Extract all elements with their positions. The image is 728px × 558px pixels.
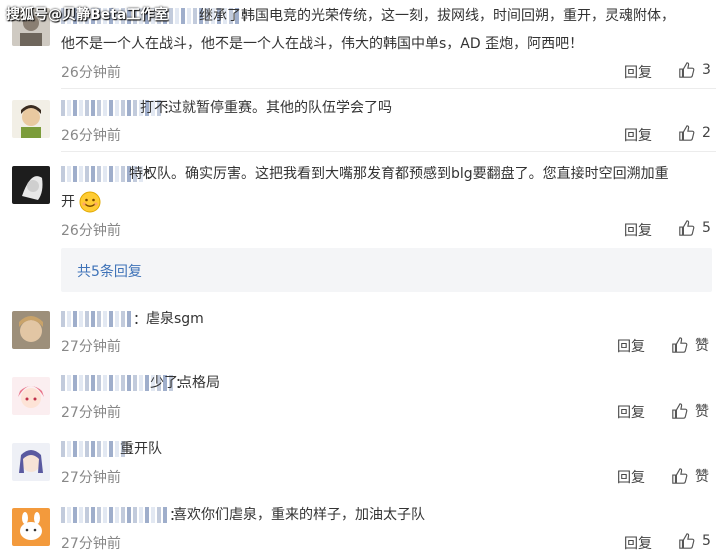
avatar-image xyxy=(12,100,50,138)
smile-emoji-icon xyxy=(79,191,101,213)
like-button[interactable]: 赞 xyxy=(671,466,709,486)
avatar-image xyxy=(12,166,50,204)
like-button[interactable]: 5 xyxy=(678,219,711,237)
reply-button[interactable]: 回复 xyxy=(617,336,645,356)
like-button[interactable]: 5 xyxy=(678,532,711,550)
reply-button[interactable]: 回复 xyxy=(624,533,652,553)
comment-text-line: 他不是一个人在战斗，他不是一个人在战斗，伟大的韩国中单s，AD 歪炮，阿西吧！ xyxy=(61,36,584,52)
more-replies-bar[interactable]: 共5条回复 xyxy=(61,248,712,292)
comment-text-line: 特权队。确实厉害。这把我看到大嘴那发育都预感到blg要翻盘了。您直接时空回溯加重 xyxy=(129,166,669,182)
username-blurred[interactable]: ： xyxy=(61,503,183,527)
avatar[interactable] xyxy=(12,508,50,546)
avatar[interactable] xyxy=(12,443,50,481)
comment-text-line: 继承了韩国电竞的光荣传统，这一刻，拔网线，时间回朔，重开，灵魂附体， xyxy=(199,8,675,24)
like-count: 5 xyxy=(702,220,711,236)
thumbs-up-icon xyxy=(679,62,695,78)
thumbs-up-icon xyxy=(679,533,695,549)
like-button[interactable]: 2 xyxy=(678,124,711,142)
reply-button[interactable]: 回复 xyxy=(624,125,652,145)
reply-button[interactable]: 回复 xyxy=(617,467,645,487)
divider xyxy=(61,88,716,89)
like-label: 赞 xyxy=(695,404,709,420)
comment-text: 重开队 xyxy=(120,441,162,457)
comment-text: 喜欢你们虐泉，重来的样子，加油太子队 xyxy=(173,507,425,523)
like-button[interactable]: 赞 xyxy=(671,401,709,421)
like-label: 赞 xyxy=(695,338,709,354)
like-label: 赞 xyxy=(695,469,709,485)
reply-button[interactable]: 回复 xyxy=(624,220,652,240)
avatar-image xyxy=(12,508,50,546)
avatar-image xyxy=(12,377,50,415)
like-count: 5 xyxy=(702,533,711,549)
reply-button[interactable]: 回复 xyxy=(624,62,652,82)
avatar[interactable] xyxy=(12,100,50,138)
comment-text: 虐泉sgm xyxy=(146,311,204,327)
comment-text: 少了点格局 xyxy=(150,375,220,391)
reply-button[interactable]: 回复 xyxy=(617,402,645,422)
timestamp: 26分钟前 xyxy=(61,223,121,239)
thumbs-up-icon xyxy=(672,403,688,419)
more-replies-link[interactable]: 共5条回复 xyxy=(77,261,142,281)
like-count: 3 xyxy=(702,62,711,78)
thumbs-up-icon xyxy=(672,468,688,484)
timestamp: 26分钟前 xyxy=(61,128,121,144)
timestamp: 27分钟前 xyxy=(61,536,121,552)
like-button[interactable]: 3 xyxy=(678,61,711,79)
avatar[interactable] xyxy=(12,311,50,349)
timestamp: 27分钟前 xyxy=(61,405,121,421)
avatar[interactable] xyxy=(12,166,50,204)
thumbs-up-icon xyxy=(679,125,695,141)
like-count: 2 xyxy=(702,125,711,141)
username-blurred[interactable]: ： xyxy=(61,307,147,331)
thumbs-up-icon xyxy=(672,337,688,353)
thumbs-up-icon xyxy=(679,220,695,236)
divider xyxy=(61,151,716,152)
comment-text-line: 开 xyxy=(61,190,101,214)
avatar-image xyxy=(12,311,50,349)
avatar[interactable] xyxy=(12,377,50,415)
avatar-image xyxy=(12,443,50,481)
comment-text-tail: 开 xyxy=(61,194,75,210)
like-button[interactable]: 赞 xyxy=(671,335,709,355)
watermark: 搜狐号@贝静Beta工作室 xyxy=(6,7,169,23)
timestamp: 26分钟前 xyxy=(61,65,121,81)
timestamp: 27分钟前 xyxy=(61,339,121,355)
comment-text: 打不过就暂停重赛。其他的队伍学会了吗 xyxy=(140,100,392,116)
timestamp: 27分钟前 xyxy=(61,470,121,486)
